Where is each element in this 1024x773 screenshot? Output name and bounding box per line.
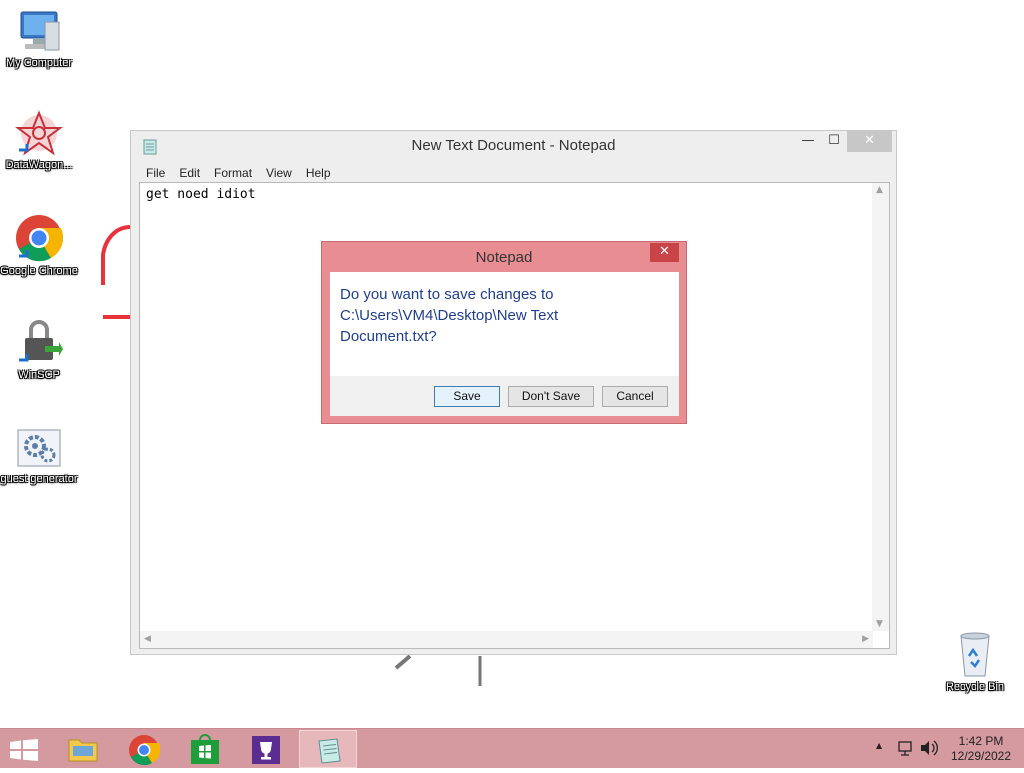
desktop-icon-label: Google Chrome — [0, 265, 78, 277]
save-changes-dialog: Notepad ✕ Do you want to save changes to… — [321, 241, 687, 424]
menu-help[interactable]: Help — [299, 164, 338, 182]
menu-edit[interactable]: Edit — [172, 164, 207, 182]
winscp-lock-icon — [19, 320, 63, 362]
desktop-icon-label: My Computer — [5, 57, 73, 69]
desktop-icon-label: guest generator — [0, 473, 78, 485]
minimize-button[interactable]: — — [795, 131, 821, 152]
clock-date: 12/29/2022 — [950, 749, 1012, 763]
desktop-icon-guest-generator[interactable]: guest generator — [0, 428, 78, 486]
taskbar-store[interactable] — [176, 730, 234, 768]
horizontal-scrollbar[interactable]: ◀ ▶ — [140, 631, 873, 648]
chevron-up-icon[interactable]: ▲ — [876, 741, 882, 750]
network-tray-icon[interactable] — [896, 729, 916, 769]
close-button[interactable]: ✕ — [847, 131, 892, 152]
desktop-icon-label: DataWagon... — [5, 159, 73, 171]
speaker-icon — [921, 740, 938, 756]
desktop-icon-my-computer[interactable]: My Computer — [0, 8, 78, 70]
dialog-title: Notepad — [475, 249, 533, 266]
desktop-icon-label: Recycle Bin — [945, 681, 1005, 693]
taskbar-file-explorer[interactable] — [54, 730, 112, 768]
taskbar-notepad[interactable] — [299, 730, 357, 768]
desktop-icon-google-chrome[interactable]: Google Chrome — [0, 214, 78, 278]
chrome-icon — [16, 215, 63, 262]
dialog-message: Do you want to save changes to C:\Users\… — [340, 286, 559, 345]
menu-view[interactable]: View — [259, 164, 299, 182]
desktop-icon-recycle-bin[interactable]: Recycle Bin — [936, 630, 1014, 694]
network-icon — [898, 741, 912, 756]
folder-icon — [68, 739, 98, 762]
scroll-up-icon[interactable]: ▲ — [876, 185, 883, 195]
scribble-marks — [394, 654, 482, 686]
maximize-button[interactable]: ☐ — [821, 131, 847, 152]
recycle-bin-icon — [960, 632, 990, 677]
notepad-title: New Text Document - Notepad — [411, 137, 616, 154]
desktop-icon-label: WinSCP — [18, 369, 60, 381]
gear-icon — [17, 429, 61, 467]
chrome-icon — [129, 735, 160, 766]
taskbar-clock[interactable]: 1:42 PM 12/29/2022 — [946, 734, 1016, 764]
vertical-scrollbar[interactable]: ▲ ▼ — [872, 183, 889, 631]
desktop-icon-datawagon[interactable]: DataWagon... — [0, 110, 78, 172]
taskbar: ▲ 1:42 PM 12/29/2022 — [0, 728, 1024, 768]
datawagon-icon — [15, 110, 63, 156]
computer-icon — [20, 11, 60, 51]
windows-logo-icon — [10, 739, 38, 761]
clock-time: 1:42 PM — [958, 734, 1004, 748]
trophy-icon — [252, 736, 280, 764]
save-button[interactable]: Save — [434, 386, 500, 407]
menu-file[interactable]: File — [139, 164, 172, 182]
volume-tray-icon[interactable] — [918, 729, 940, 769]
cancel-button[interactable]: Cancel — [602, 386, 668, 407]
taskbar-google-chrome[interactable] — [115, 730, 173, 768]
red-doodle — [101, 225, 131, 319]
scroll-down-icon[interactable]: ▼ — [876, 619, 883, 629]
scroll-left-icon[interactable]: ◀ — [144, 634, 151, 644]
desktop-icon-winscp[interactable]: WinSCP — [0, 318, 78, 382]
editor-content[interactable]: get noed idiot — [146, 187, 256, 202]
taskbar-trophy-app[interactable] — [237, 730, 295, 768]
dont-save-button[interactable]: Don't Save — [508, 386, 594, 407]
notepad-titlebar[interactable]: New Text Document - Notepad — ☐ ✕ — [131, 131, 896, 161]
dialog-body: Do you want to save changes to C:\Users\… — [330, 272, 679, 376]
scroll-right-icon[interactable]: ▶ — [862, 634, 869, 644]
menu-bar: File Edit Format View Help — [139, 162, 889, 182]
dialog-close-button[interactable]: ✕ — [650, 243, 679, 262]
notepad-icon — [318, 738, 341, 764]
dialog-footer: Save Don't Save Cancel — [330, 376, 679, 416]
store-icon — [191, 734, 219, 764]
start-button[interactable] — [0, 730, 48, 768]
menu-format[interactable]: Format — [207, 164, 259, 182]
